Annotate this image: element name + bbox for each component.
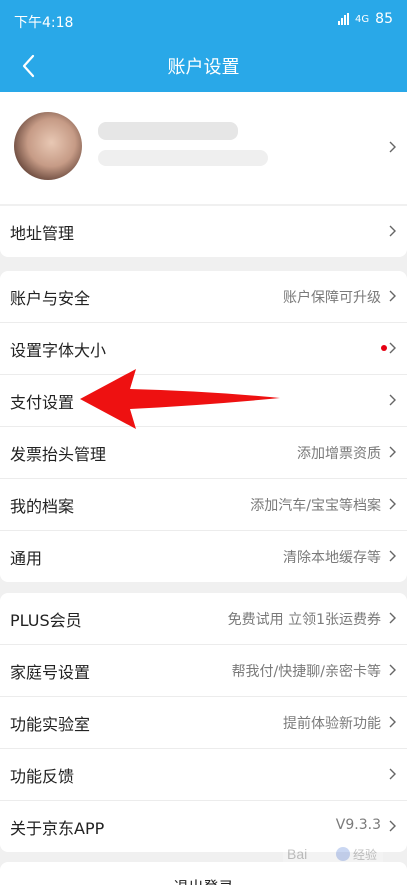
chevron-right-icon xyxy=(389,225,396,237)
row-label: 账户与安全 xyxy=(10,289,91,308)
logout-button[interactable]: 退出登录 xyxy=(0,876,407,885)
chevron-right-icon xyxy=(389,768,396,780)
status-time: 下午4:18 xyxy=(14,15,74,31)
row-label: 支付设置 xyxy=(10,393,75,412)
account-security-row[interactable]: 账户与安全 账户保障可升级 xyxy=(0,271,407,323)
chevron-right-icon xyxy=(389,820,396,832)
address-card: 地址管理 xyxy=(0,206,407,257)
settings-group-2: PLUS会员 免费试用 立领1张运费券 家庭号设置 帮我付/快捷聊/亲密卡等 功… xyxy=(0,593,407,852)
row-label: 设置字体大小 xyxy=(10,341,107,360)
avatar[interactable] xyxy=(14,112,82,180)
row-label: 功能反馈 xyxy=(10,767,75,786)
user-info-blurred xyxy=(98,150,268,166)
profile-card[interactable] xyxy=(0,92,407,204)
status-bar: 下午4:18 4G 85 xyxy=(0,0,407,40)
battery-level: 85 xyxy=(375,11,393,27)
family-account-row[interactable]: 家庭号设置 帮我付/快捷聊/亲密卡等 xyxy=(0,645,407,697)
row-label: 地址管理 xyxy=(10,224,75,243)
general-row[interactable]: 通用 清除本地缓存等 xyxy=(0,531,407,582)
row-label: PLUS会员 xyxy=(10,611,82,630)
row-value: 免费试用 立领1张运费券 xyxy=(227,612,381,628)
row-label: 关于京东APP xyxy=(10,819,105,838)
network-label: 4G xyxy=(355,13,370,25)
chevron-right-icon xyxy=(389,141,396,153)
address-management-row[interactable]: 地址管理 xyxy=(0,206,407,257)
row-label: 家庭号设置 xyxy=(10,663,91,682)
page-title: 账户设置 xyxy=(167,57,240,78)
chevron-right-icon xyxy=(389,290,396,302)
row-value: 提前体验新功能 xyxy=(283,716,381,732)
signal-icon xyxy=(338,13,350,25)
row-value: 清除本地缓存等 xyxy=(283,550,381,566)
row-value: 添加增票资质 xyxy=(297,446,381,462)
annotation-arrow-icon xyxy=(80,369,280,429)
row-value: 账户保障可升级 xyxy=(283,290,381,306)
title-bar: 账户设置 xyxy=(0,40,407,92)
row-label: 发票抬头管理 xyxy=(10,445,107,464)
username-blurred xyxy=(98,122,238,140)
row-value: 帮我付/快捷聊/亲密卡等 xyxy=(231,664,381,680)
chevron-right-icon xyxy=(389,446,396,458)
feature-lab-row[interactable]: 功能实验室 提前体验新功能 xyxy=(0,697,407,749)
plus-member-row[interactable]: PLUS会员 免费试用 立领1张运费券 xyxy=(0,593,407,645)
svg-text:经验: 经验 xyxy=(353,847,377,862)
chevron-right-icon xyxy=(389,498,396,510)
chevron-right-icon xyxy=(389,664,396,676)
feedback-row[interactable]: 功能反馈 xyxy=(0,749,407,801)
row-label: 通用 xyxy=(10,549,43,568)
invoice-title-row[interactable]: 发票抬头管理 添加增票资质 xyxy=(0,427,407,479)
row-value: 添加汽车/宝宝等档案 xyxy=(250,498,381,514)
row-label: 我的档案 xyxy=(10,497,75,516)
chevron-right-icon xyxy=(389,612,396,624)
row-label: 功能实验室 xyxy=(10,715,91,734)
chevron-right-icon xyxy=(389,716,396,728)
chevron-right-icon xyxy=(389,550,396,562)
svg-text:Bai: Bai xyxy=(287,846,307,862)
status-right: 4G 85 xyxy=(338,11,393,27)
my-profile-row[interactable]: 我的档案 添加汽车/宝宝等档案 xyxy=(0,479,407,531)
baidu-watermark-logo: Bai 经验 xyxy=(283,839,383,869)
chevron-right-icon xyxy=(389,342,396,354)
app-version: V9.3.3 xyxy=(335,817,381,833)
chevron-right-icon xyxy=(389,394,396,406)
